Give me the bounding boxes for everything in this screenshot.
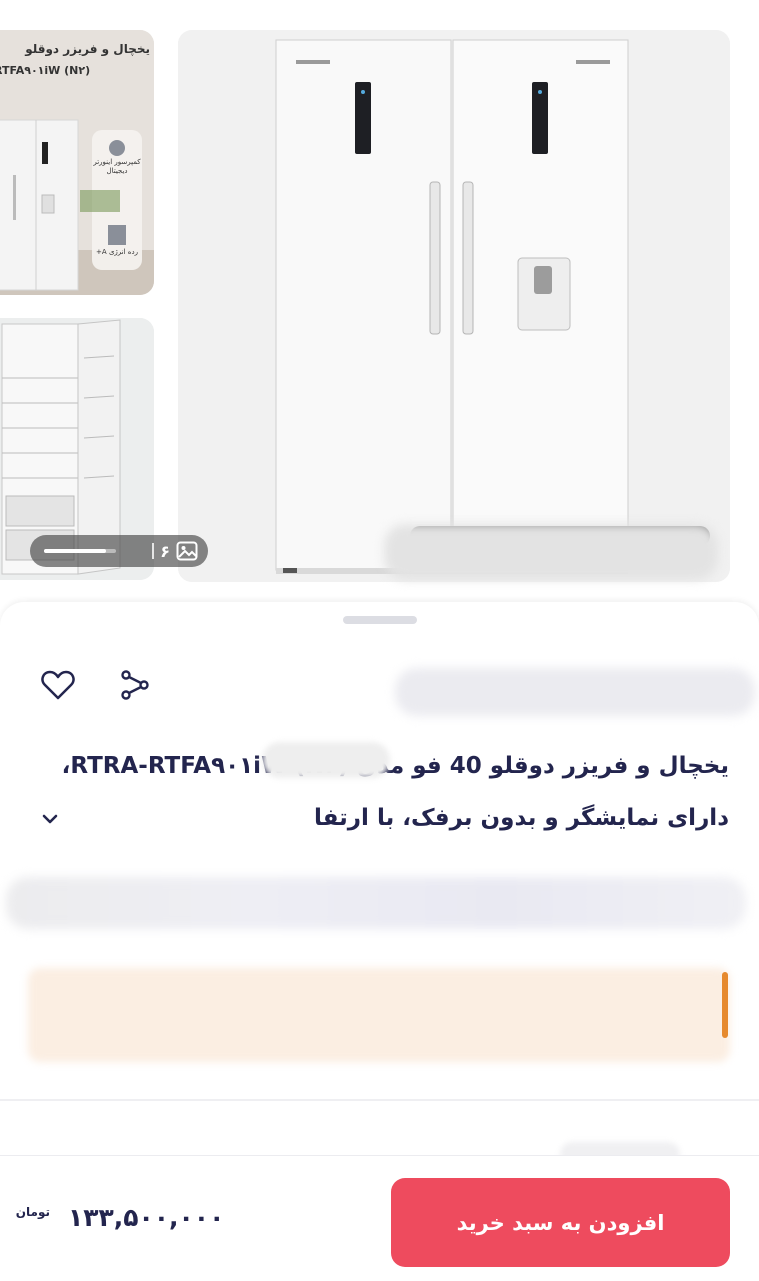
image-icon [176,541,198,561]
share-button[interactable] [114,665,154,705]
refrigerator-image [178,30,730,582]
blurred-badge [384,524,718,580]
image-counter[interactable]: ۶ [30,535,208,567]
blurred-brand-row [395,668,755,716]
blurred-promo-banner [28,968,730,1062]
favorite-button[interactable] [38,665,78,705]
counter-separator [152,543,155,559]
heart-icon [41,670,75,700]
gallery-progress-fill [44,549,106,553]
blurred-title-segment [262,742,390,778]
sheet-drag-handle[interactable] [343,616,417,624]
gallery-main-image[interactable] [178,30,730,582]
gallery-thumbnail-1[interactable]: یخچال و فریزر دوقلو RTFA۹۰۱iW (N۲) کمپرس… [0,30,154,295]
blurred-feature-chips [6,877,746,929]
add-to-cart-button[interactable]: افزودن به سبد خرید [391,1178,730,1267]
expand-title-button[interactable] [38,807,62,831]
product-price: ۱۳۳,۵۰۰,۰۰۰ [68,1203,225,1232]
share-icon [121,670,149,700]
image-count: ۶ [160,541,170,561]
thumbnail-1-model: RTFA۹۰۱iW (N۲) [0,64,91,77]
section-divider [0,1099,759,1101]
thumbnail-1-title: یخچال و فریزر دوقلو [25,42,150,56]
gallery-progress-bar [44,549,116,553]
product-gallery: یخچال و فریزر دوقلو RTFA۹۰۱iW (N۲) کمپرس… [0,0,759,600]
chevron-down-icon [42,814,58,824]
price-currency: تومان [15,1205,50,1219]
promo-banner-accent [722,972,728,1038]
purchase-bar: افزودن به سبد خرید ۱۳۳,۵۰۰,۰۰۰ تومان [0,1155,759,1281]
thumbnail-1-feature-compressor: کمپرسور اینورتر دیجیتال [93,158,141,175]
product-detail-sheet: یخچال و فریزر دوقلو 40 فو مدل RTRA-RTFA۹… [0,602,759,1166]
thumbnail-1-feature-energy: رده انرژی A+ [96,248,138,256]
